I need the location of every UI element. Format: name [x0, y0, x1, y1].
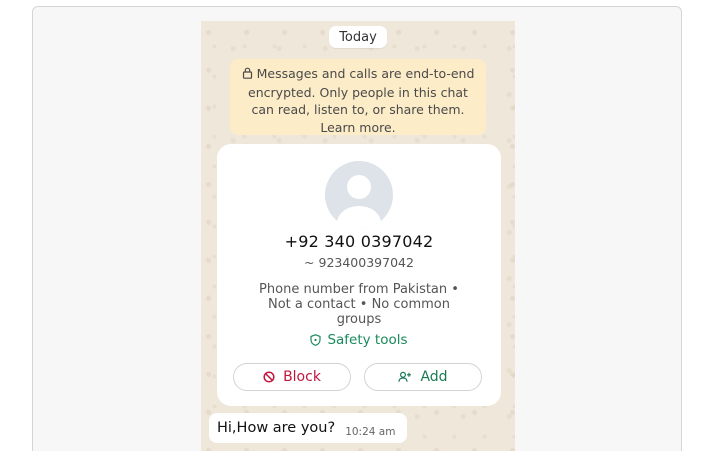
- date-chip-label: Today: [339, 29, 377, 45]
- block-button[interactable]: Block: [233, 363, 351, 391]
- contact-info-line: groups: [336, 312, 382, 327]
- message-bubble[interactable]: Hi,How are you? 10:24 am: [209, 413, 407, 443]
- contact-alt-number: ~ 923400397042: [304, 255, 414, 270]
- contact-info-line: Phone number from Pakistan •: [259, 282, 459, 297]
- contact-info-line: Not a contact • No common: [267, 297, 451, 312]
- message-timestamp: 10:24 am: [345, 426, 396, 438]
- contact-card: +92 340 0397042 ~ 923400397042 Phone num…: [217, 144, 501, 406]
- chat-area[interactable]: Today Messages and calls are end-to-end …: [201, 21, 515, 451]
- contact-phone-number: +92 340 0397042: [284, 232, 434, 251]
- contact-info: Phone number from Pakistan • Not a conta…: [237, 282, 481, 327]
- date-chip: Today: [329, 26, 387, 48]
- add-contact-label: Add: [420, 369, 448, 385]
- encryption-notice[interactable]: Messages and calls are end-to-end encryp…: [230, 59, 486, 135]
- shield-icon: [310, 334, 322, 346]
- add-contact-icon: [398, 371, 412, 382]
- screenshot-frame: Today Messages and calls are end-to-end …: [32, 6, 682, 451]
- lock-icon: [242, 66, 253, 84]
- safety-tools-link[interactable]: Safety tools: [217, 332, 501, 348]
- block-icon: [263, 371, 275, 383]
- avatar-icon: [325, 161, 393, 229]
- safety-tools-label: Safety tools: [327, 332, 408, 348]
- encryption-notice-text: Messages and calls are end-to-end encryp…: [248, 66, 475, 135]
- block-button-label: Block: [283, 369, 321, 385]
- add-contact-button[interactable]: Add: [364, 363, 482, 391]
- message-text: Hi,How are you?: [217, 420, 336, 436]
